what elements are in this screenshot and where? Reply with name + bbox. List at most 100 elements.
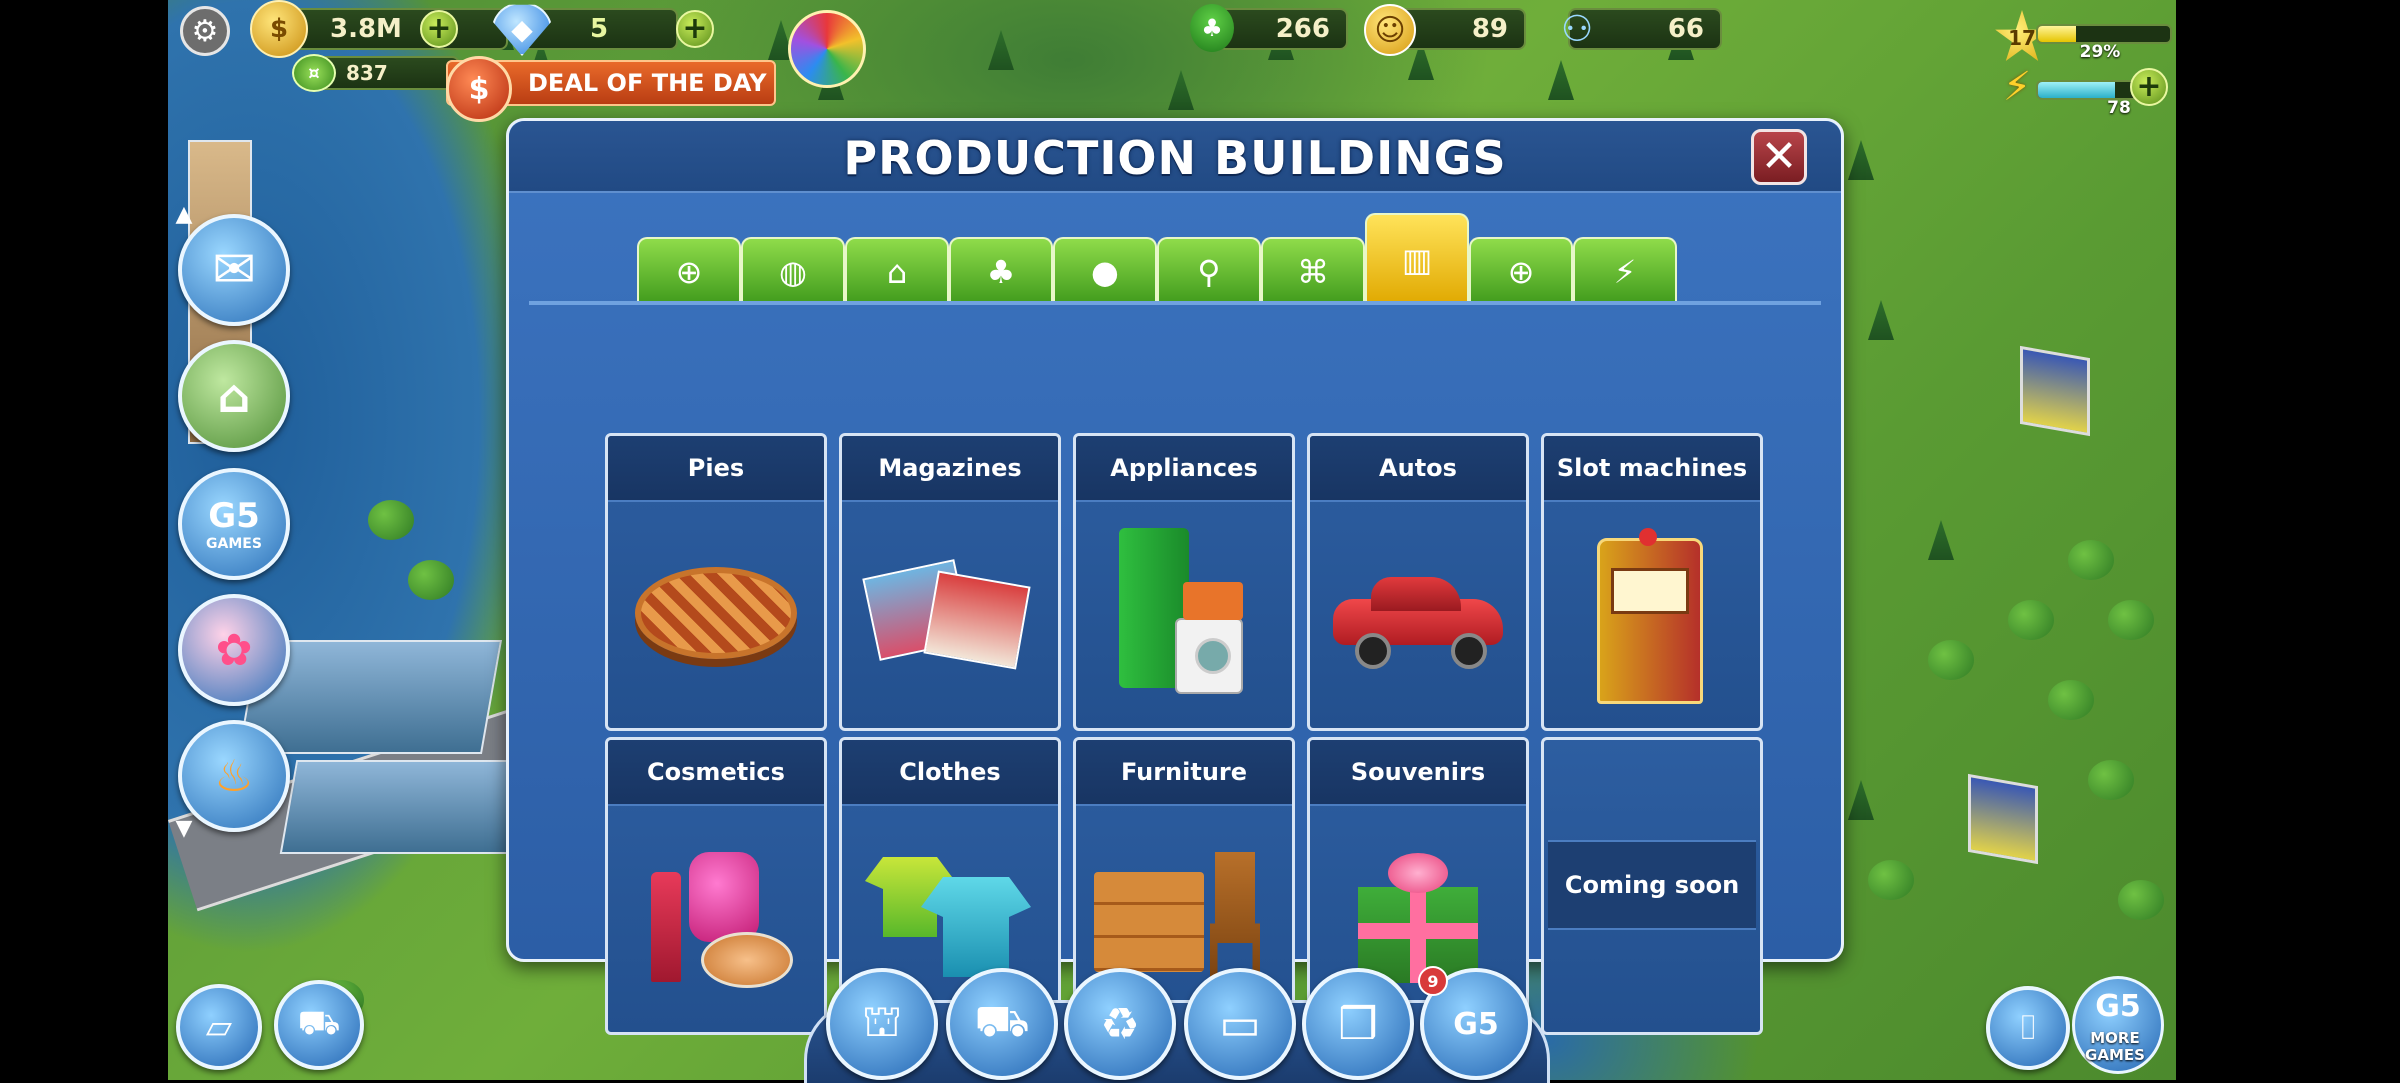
g5-logo-icon: G5: [208, 496, 260, 536]
parks-icon: ♣: [986, 253, 1016, 291]
g5-games-label: GAMES: [206, 536, 262, 552]
add-gems-button[interactable]: +: [676, 10, 714, 48]
bulldozer-button[interactable]: ⛟: [274, 980, 364, 1070]
magazines-icon: [862, 558, 1031, 670]
public-icon: ⌘: [1297, 253, 1329, 291]
tab-decor[interactable]: ◍: [741, 237, 845, 305]
g5-friends-icon: G5: [1453, 1006, 1499, 1042]
tab-divider: [529, 301, 1821, 305]
dialog-title: PRODUCTION BUILDINGS: [843, 131, 1507, 185]
fire-icon: ♨: [214, 750, 254, 802]
tree-eco-icon: ♣: [1190, 4, 1234, 52]
car-icon: [1333, 563, 1503, 669]
cash-icon: ¤: [292, 54, 336, 92]
cosmetics-icon: [641, 842, 793, 992]
delivery-button[interactable]: ⛟: [946, 968, 1058, 1080]
storage-button[interactable]: ❒: [1302, 968, 1414, 1080]
box-icon: ❒: [1338, 998, 1378, 1050]
card-title: Furniture: [1076, 740, 1292, 806]
add-energy-button[interactable]: +: [2130, 68, 2168, 106]
city-overview-button[interactable]: ⌂: [178, 340, 290, 452]
coming-soon-label: Coming soon: [1548, 840, 1756, 930]
add-coins-button[interactable]: +: [420, 10, 458, 48]
card-title: Autos: [1310, 436, 1526, 502]
tab-parks[interactable]: ♣: [949, 237, 1053, 305]
fire-station-button[interactable]: ♨: [178, 720, 290, 832]
more-games-label: MORE GAMES: [2085, 1029, 2145, 1064]
card-art: [842, 502, 1058, 724]
card-title: Clothes: [842, 740, 1058, 806]
scroll-up-icon[interactable]: ▲: [172, 202, 196, 227]
tab-production[interactable]: ▥: [1365, 213, 1469, 305]
mail-icon: ✉: [212, 240, 256, 300]
leisure-icon: ●: [1091, 253, 1119, 291]
card-title: Appliances: [1076, 436, 1292, 502]
tab-public[interactable]: ⌘: [1261, 237, 1365, 305]
security-icon: ⊕: [1507, 253, 1535, 291]
scroll-down-icon[interactable]: ▼: [172, 816, 196, 841]
tab-expansion[interactable]: ⊕: [637, 237, 741, 305]
g5-games-button[interactable]: G5 GAMES: [178, 468, 290, 580]
expansion-icon: ⊕: [675, 253, 703, 291]
furniture-icon: [1094, 852, 1274, 982]
tab-security[interactable]: ⊕: [1469, 237, 1573, 305]
camera-icon: ⌷: [2017, 1008, 2039, 1048]
appliances-icon: [1119, 528, 1249, 698]
card-title: Slot machines: [1544, 436, 1760, 502]
card-slot-machines[interactable]: Slot machines: [1541, 433, 1763, 731]
gems-value: 5: [589, 14, 609, 44]
pie-icon: [635, 567, 797, 659]
tab-landmarks[interactable]: ⚲: [1157, 237, 1261, 305]
card-autos[interactable]: Autos: [1307, 433, 1529, 731]
happiness-value: 89: [1471, 14, 1508, 44]
clothes-icon: [865, 857, 1035, 977]
dialog-header: PRODUCTION BUILDINGS ✕: [509, 121, 1841, 193]
card-title: Pies: [608, 436, 824, 502]
card-art: [1310, 502, 1526, 724]
eco-value: 266: [1275, 14, 1330, 44]
truck-icon: ⛟: [974, 995, 1030, 1047]
camera-button[interactable]: ⌷: [1986, 986, 2070, 1070]
eco-counter: 266: [1218, 8, 1348, 50]
population-value: 66: [1667, 14, 1704, 44]
recycling-button[interactable]: ♻: [1064, 968, 1176, 1080]
crane-icon: ⛫: [861, 995, 903, 1047]
card-magazines[interactable]: Magazines: [839, 433, 1061, 731]
road-tool-button[interactable]: ▱: [176, 984, 262, 1070]
card-art: [1076, 502, 1292, 724]
card-art: [1544, 502, 1760, 724]
tab-residential[interactable]: ⌂: [845, 237, 949, 305]
recycle-truck-icon: ♻: [1100, 998, 1140, 1050]
energy-bolt-icon: ⚡: [2002, 64, 2032, 110]
settings-gear-icon[interactable]: ⚙: [180, 6, 230, 56]
population-icon: ⚇: [1560, 8, 1594, 50]
road-icon: ▱: [205, 1007, 233, 1047]
card-cosmetics[interactable]: Cosmetics: [605, 737, 827, 1035]
card-title: Magazines: [842, 436, 1058, 502]
mail-button[interactable]: ✉: [178, 214, 290, 326]
coin-stack-icon: $: [250, 0, 308, 58]
xp-percent: 29%: [2079, 42, 2121, 62]
landmarks-icon: ⚲: [1197, 253, 1221, 291]
card-pies[interactable]: Pies: [605, 433, 827, 731]
bulldozer-icon: ⛟: [297, 1002, 341, 1043]
level-value: 17: [2008, 26, 2036, 50]
construction-button[interactable]: ⛫: [826, 968, 938, 1080]
close-button[interactable]: ✕: [1751, 129, 1807, 185]
deal-badge-icon: $: [446, 56, 512, 122]
house-icon: ⌂: [217, 369, 251, 423]
production-buildings-dialog: PRODUCTION BUILDINGS ✕ ⊕ ◍ ⌂ ♣ ● ⚲ ⌘ ▥ ⊕ ⚡ Pies Ma…: [506, 118, 1844, 1035]
tab-leisure[interactable]: ●: [1053, 237, 1157, 305]
residential-icon: ⌂: [886, 253, 908, 291]
billboard: [1968, 773, 2038, 865]
transport-button[interactable]: ▭: [1184, 968, 1296, 1080]
card-appliances[interactable]: Appliances: [1073, 433, 1295, 731]
card-title: Souvenirs: [1310, 740, 1526, 806]
fortune-wheel-icon[interactable]: [788, 10, 866, 88]
shop-offer-button[interactable]: ✿: [178, 594, 290, 706]
bus-icon: ▭: [1219, 998, 1261, 1050]
decor-icon: ◍: [779, 253, 807, 291]
gift-icon: [1348, 847, 1488, 987]
friends-badge: 9: [1418, 966, 1448, 996]
tab-energy[interactable]: ⚡: [1573, 237, 1677, 305]
